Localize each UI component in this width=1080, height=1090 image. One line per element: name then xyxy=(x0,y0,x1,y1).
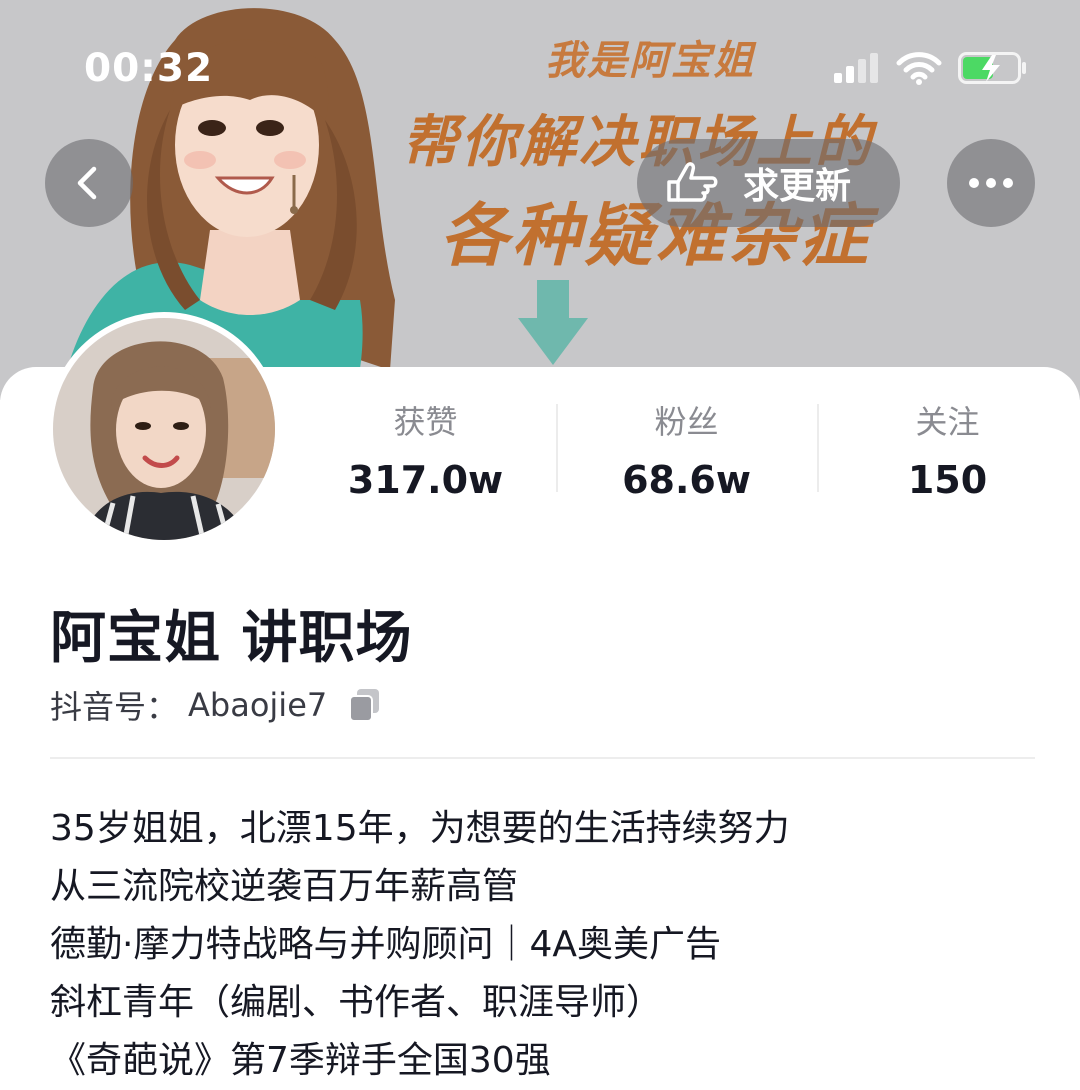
status-bar-icons xyxy=(834,50,1028,86)
section-divider xyxy=(50,757,1035,759)
pointing-hand-icon xyxy=(667,162,718,202)
bio-line: 斜杠青年（编剧、书作者、职涯导师） xyxy=(50,982,663,1023)
account-id-row: 抖音号： Abaojie7 xyxy=(50,682,385,728)
stat-likes[interactable]: 获赞 317.0w xyxy=(295,400,556,502)
profile-bio: 35岁姐姐，北漂15年，为想要的生活持续努力 从三流院校逆袭百万年薪高管 德勤·… xyxy=(50,800,790,1090)
ellipsis-icon xyxy=(969,178,1013,188)
avatar[interactable] xyxy=(47,312,281,546)
battery-charging-icon xyxy=(958,52,1026,84)
stat-followers-label: 粉丝 xyxy=(654,403,719,441)
stat-followers[interactable]: 粉丝 68.6w xyxy=(556,400,817,502)
banner-heading: 我是阿宝姐 xyxy=(545,38,755,84)
avatar-photo xyxy=(53,318,275,540)
wifi-icon xyxy=(896,52,942,85)
back-button[interactable] xyxy=(45,139,133,227)
stat-following[interactable]: 关注 150 xyxy=(817,400,1078,502)
bio-line: 从三流院校逆袭百万年薪高管 xyxy=(50,866,519,907)
stat-following-value: 150 xyxy=(907,458,988,502)
stat-likes-value: 317.0w xyxy=(347,458,504,502)
account-id-value: Abaojie7 xyxy=(188,686,328,724)
stat-likes-label: 获赞 xyxy=(393,403,458,441)
bio-line: 《奇葩说》第7季辩手全国30强 xyxy=(50,1040,551,1081)
request-update-label: 求更新 xyxy=(743,166,852,207)
copy-icon[interactable] xyxy=(345,685,385,725)
profile-stats: 获赞 317.0w 粉丝 68.6w 关注 150 xyxy=(295,400,1080,502)
stat-following-label: 关注 xyxy=(915,403,980,441)
account-id-label: 抖音号： xyxy=(50,688,179,726)
bio-line: 德勤·摩力特战略与并购顾问｜4A奥美广告 xyxy=(50,924,721,965)
status-bar-time: 00:32 xyxy=(84,46,214,91)
more-options-button[interactable] xyxy=(947,139,1035,227)
request-update-button[interactable]: 求更新 xyxy=(637,139,900,227)
stat-followers-value: 68.6w xyxy=(622,458,751,502)
chevron-left-icon xyxy=(77,166,97,200)
cellular-signal-icon xyxy=(834,53,878,83)
bio-line: 35岁姐姐，北漂15年，为想要的生活持续努力 xyxy=(50,808,790,849)
profile-name: 阿宝姐 讲职场 xyxy=(50,606,413,671)
